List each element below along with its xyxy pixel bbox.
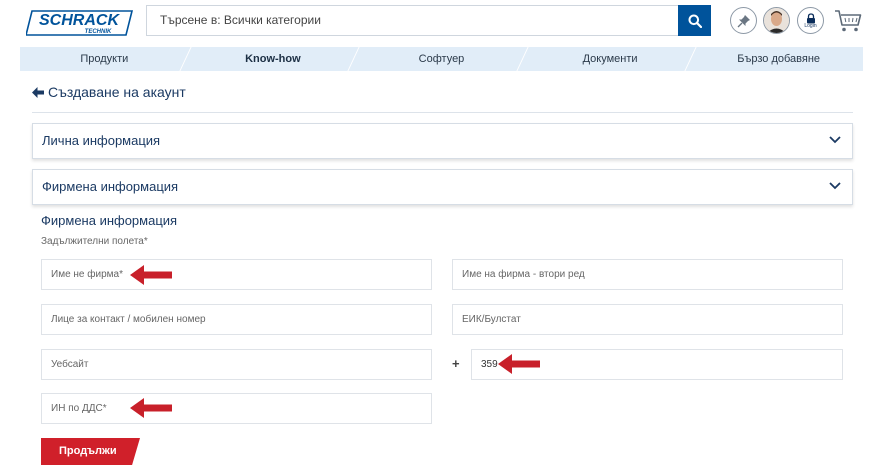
page-title[interactable]: Създаване на акаунт <box>32 84 186 100</box>
chevron-down-icon <box>829 136 841 144</box>
divider <box>32 112 853 113</box>
company-info-accordion[interactable]: Фирмена информация <box>32 169 853 205</box>
accordion-label: Фирмена информация <box>42 179 179 194</box>
search-input[interactable]: Търсене в: Всички категории <box>146 5 678 36</box>
pin-button[interactable] <box>730 7 757 34</box>
main-nav: Продукти Know-how Софтуер Документи Бърз… <box>20 47 863 71</box>
search-icon <box>688 14 702 28</box>
login-label: Login <box>804 22 817 29</box>
annotation-arrow-icon <box>498 354 540 374</box>
section-title: Фирмена информация <box>41 213 178 228</box>
contact-person-field[interactable]: Лице за контакт / мобилен номер <box>41 304 432 335</box>
header: SCHRACK TECHNIK Търсене в: Всички катего… <box>0 0 880 46</box>
website-field[interactable]: Уебсайт <box>41 349 432 380</box>
search-button[interactable] <box>678 5 711 36</box>
continue-button[interactable]: Продължи <box>41 438 140 465</box>
back-arrow-icon <box>32 86 44 98</box>
eik-field[interactable]: ЕИК/Булстат <box>452 304 843 335</box>
person-photo-icon <box>764 8 789 33</box>
accordion-label: Лична информация <box>42 133 161 148</box>
company-name-field[interactable]: Име не фирма* <box>41 259 432 290</box>
cart-icon[interactable] <box>834 8 862 34</box>
login-button[interactable]: Login <box>797 7 824 34</box>
chevron-down-icon <box>829 182 841 190</box>
nav-item-software[interactable]: Софтуер <box>357 47 526 71</box>
schrack-logo[interactable]: SCHRACK TECHNIK <box>26 10 134 36</box>
required-fields-note: Задължителни полета* <box>41 236 148 247</box>
phone-prefix: + <box>452 356 460 371</box>
logo-wordmark: SCHRACK <box>39 12 120 29</box>
pin-icon <box>737 14 750 27</box>
nav-item-products[interactable]: Продукти <box>20 47 189 71</box>
nav-item-quick-add[interactable]: Бързо добавяне <box>694 47 863 71</box>
logo-subword: TECHNIK <box>85 29 112 35</box>
annotation-arrow-icon <box>130 265 172 285</box>
company-name-2-field[interactable]: Име на фирма - втори ред <box>452 259 843 290</box>
avatar[interactable] <box>763 7 790 34</box>
nav-item-documents[interactable]: Документи <box>526 47 695 71</box>
nav-item-know-how[interactable]: Know-how <box>189 47 358 71</box>
personal-info-accordion[interactable]: Лична информация <box>32 123 853 159</box>
page-title-text: Създаване на акаунт <box>48 84 186 100</box>
annotation-arrow-icon <box>130 398 172 418</box>
vat-number-field[interactable]: ИН по ДДС* <box>41 393 432 424</box>
